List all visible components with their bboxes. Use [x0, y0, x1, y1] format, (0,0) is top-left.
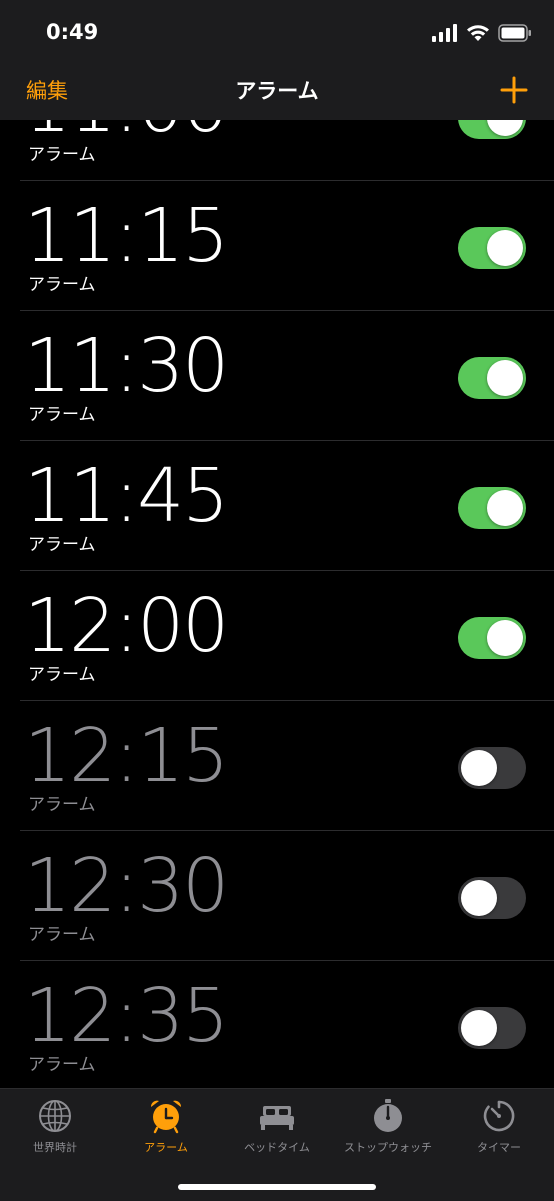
alarm-row[interactable]: 11:15 アラーム: [20, 181, 554, 311]
toggle-knob: [487, 620, 523, 656]
battery-icon: [498, 24, 531, 42]
toggle-knob: [487, 490, 523, 526]
plus-icon[interactable]: [494, 70, 534, 110]
alarm-time: 12:15: [24, 713, 229, 799]
tab-stopwatch[interactable]: ストップウォッチ: [333, 1097, 443, 1157]
alarm-toggle[interactable]: [458, 747, 526, 789]
alarm-toggle[interactable]: [458, 357, 526, 399]
alarm-label: アラーム: [28, 405, 96, 425]
alarm-label: アラーム: [28, 535, 96, 555]
status-time: 0:49: [46, 20, 99, 44]
wifi-icon: [467, 25, 489, 41]
alarm-label: アラーム: [28, 795, 96, 815]
toggle-knob: [487, 120, 523, 136]
alarm-row[interactable]: 12:35 アラーム: [20, 961, 554, 1088]
cellular-signal-icon: [432, 24, 457, 42]
alarm-row[interactable]: 11:45 アラーム: [20, 441, 554, 571]
alarm-toggle[interactable]: [458, 120, 526, 139]
toggle-knob: [487, 230, 523, 266]
toggle-knob: [461, 750, 497, 786]
alarm-list-track: 11:00アラーム11:15アラーム11:30アラーム11:45アラーム12:0…: [0, 120, 554, 1088]
alarm-toggle[interactable]: [458, 617, 526, 659]
status-icons: [432, 22, 532, 44]
tab-label: アラーム: [144, 1141, 188, 1154]
alarm-label: アラーム: [28, 925, 96, 945]
toggle-knob: [461, 880, 497, 916]
alarm-row[interactable]: 12:30 アラーム: [20, 831, 554, 961]
alarm-row[interactable]: 11:30 アラーム: [20, 311, 554, 441]
tab-world-clock[interactable]: 世界時計: [0, 1097, 110, 1157]
alarm-list[interactable]: 11:00アラーム11:15アラーム11:30アラーム11:45アラーム12:0…: [0, 120, 554, 1088]
alarm-time: 12:00: [24, 583, 229, 669]
alarm-time: 11:45: [24, 453, 229, 539]
tab-timer[interactable]: タイマー: [444, 1097, 554, 1157]
timer-icon: [483, 1100, 515, 1132]
tab-label: ベッドタイム: [244, 1141, 310, 1154]
alarm-toggle[interactable]: [458, 487, 526, 529]
tab-label: ストップウォッチ: [344, 1141, 432, 1154]
alarm-time: 12:30: [24, 843, 229, 929]
alarm-label: アラーム: [28, 145, 96, 165]
toggle-knob: [487, 360, 523, 396]
alarm-toggle[interactable]: [458, 1007, 526, 1049]
status-bar: 0:49: [0, 0, 554, 62]
alarm-label: アラーム: [28, 665, 96, 685]
alarm-toggle[interactable]: [458, 877, 526, 919]
home-indicator: [178, 1184, 376, 1190]
stopwatch-icon: [374, 1099, 402, 1132]
alarm-row[interactable]: 11:00アラーム: [20, 120, 554, 181]
alarm-row[interactable]: 12:00 アラーム: [20, 571, 554, 701]
globe-icon: [39, 1100, 71, 1132]
tab-label: 世界時計: [33, 1141, 77, 1154]
alarm-time: 11:15: [24, 193, 229, 279]
navigation-bar: 編集 アラーム: [0, 62, 554, 120]
tab-label: タイマー: [477, 1141, 521, 1154]
tab-alarm[interactable]: アラーム: [111, 1097, 221, 1157]
alarm-toggle[interactable]: [458, 227, 526, 269]
alarm-time: 12:35: [24, 973, 229, 1059]
alarm-label: アラーム: [28, 275, 96, 295]
tab-bedtime[interactable]: ベッドタイム: [222, 1097, 332, 1157]
alarm-time: 11:30: [24, 323, 229, 409]
alarm-row[interactable]: 12:15 アラーム: [20, 701, 554, 831]
bed-icon: [260, 1106, 294, 1130]
toggle-knob: [461, 1010, 497, 1046]
alarm-clock-icon: [150, 1100, 182, 1134]
page-title: アラーム: [235, 79, 319, 103]
alarm-label: アラーム: [28, 1055, 96, 1075]
